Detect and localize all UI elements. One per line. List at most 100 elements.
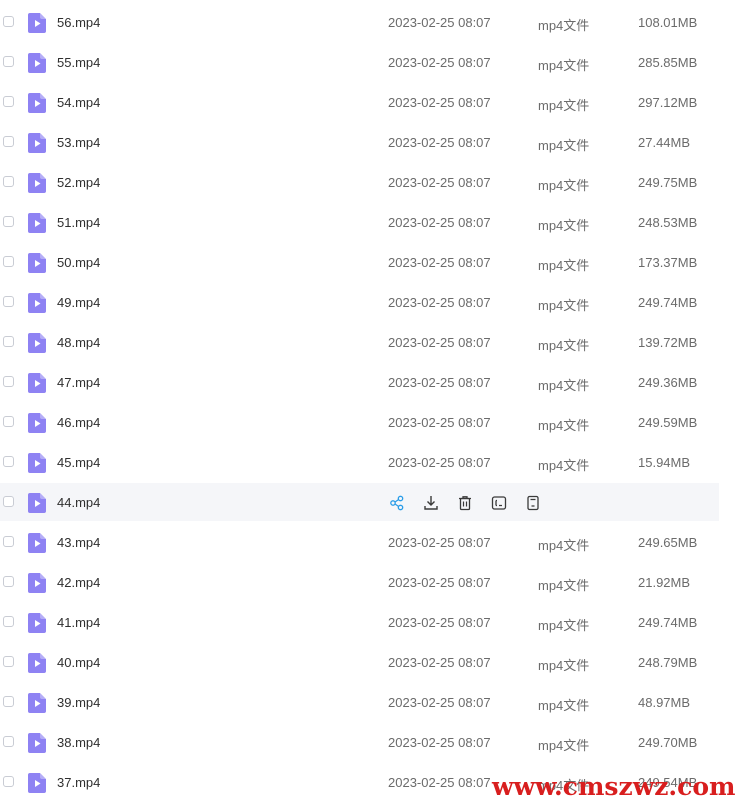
video-file-icon (28, 493, 46, 513)
file-name[interactable]: 53.mp4 (57, 135, 100, 150)
row-checkbox[interactable] (3, 296, 14, 307)
row-checkbox[interactable] (3, 416, 14, 427)
video-file-icon (28, 693, 46, 713)
file-name[interactable]: 51.mp4 (57, 215, 100, 230)
file-name[interactable]: 49.mp4 (57, 295, 100, 310)
file-size: 249.74MB (638, 295, 698, 310)
file-row[interactable]: 48.mp4 2023-02-25 08:07 mp4文件 139.72MB (0, 323, 742, 363)
file-size: 48.97MB (638, 695, 691, 710)
row-checkbox[interactable] (3, 96, 14, 107)
file-date: 2023-02-25 08:07 (388, 415, 491, 430)
rename-icon[interactable] (490, 494, 508, 512)
file-name[interactable]: 43.mp4 (57, 535, 100, 550)
file-row[interactable]: 39.mp4 2023-02-25 08:07 mp4文件 48.97MB (0, 683, 742, 723)
row-checkbox[interactable] (3, 496, 14, 507)
row-checkbox[interactable] (3, 616, 14, 627)
delete-icon[interactable] (456, 494, 474, 512)
video-file-icon (28, 53, 46, 73)
file-name[interactable]: 37.mp4 (57, 775, 100, 790)
file-size: 27.44MB (638, 135, 691, 150)
video-file-icon (28, 413, 46, 433)
file-name[interactable]: 55.mp4 (57, 55, 100, 70)
file-size: 21.92MB (638, 575, 691, 590)
file-date: 2023-02-25 08:07 (388, 655, 491, 670)
file-type: mp4文件 (538, 578, 590, 593)
file-size: 139.72MB (638, 335, 698, 350)
file-row[interactable]: 54.mp4 2023-02-25 08:07 mp4文件 297.12MB (0, 83, 742, 123)
file-row[interactable]: 52.mp4 2023-02-25 08:07 mp4文件 249.75MB (0, 163, 742, 203)
row-checkbox[interactable] (3, 576, 14, 587)
more-icon[interactable] (524, 494, 542, 512)
file-name[interactable]: 44.mp4 (57, 495, 100, 510)
row-checkbox[interactable] (3, 456, 14, 467)
file-row[interactable]: 55.mp4 2023-02-25 08:07 mp4文件 285.85MB (0, 43, 742, 83)
file-date: 2023-02-25 08:07 (388, 775, 491, 790)
file-row[interactable]: 50.mp4 2023-02-25 08:07 mp4文件 173.37MB (0, 243, 742, 283)
file-date: 2023-02-25 08:07 (388, 695, 491, 710)
file-size: 297.12MB (638, 95, 698, 110)
video-file-icon (28, 333, 46, 353)
file-row[interactable]: 51.mp4 2023-02-25 08:07 mp4文件 248.53MB (0, 203, 742, 243)
file-size: 249.74MB (638, 615, 698, 630)
file-type: mp4文件 (538, 138, 590, 153)
file-row[interactable]: 40.mp4 2023-02-25 08:07 mp4文件 248.79MB (0, 643, 742, 683)
share-icon[interactable] (388, 494, 406, 512)
file-name[interactable]: 56.mp4 (57, 15, 100, 30)
file-date: 2023-02-25 08:07 (388, 575, 491, 590)
file-type: mp4文件 (538, 98, 590, 113)
row-checkbox[interactable] (3, 696, 14, 707)
file-type: mp4文件 (538, 658, 590, 673)
file-name[interactable]: 46.mp4 (57, 415, 100, 430)
file-name[interactable]: 52.mp4 (57, 175, 100, 190)
file-name[interactable]: 50.mp4 (57, 255, 100, 270)
file-size: 249.75MB (638, 175, 698, 190)
row-checkbox[interactable] (3, 736, 14, 747)
file-row[interactable]: 41.mp4 2023-02-25 08:07 mp4文件 249.74MB (0, 603, 742, 643)
file-name[interactable]: 54.mp4 (57, 95, 100, 110)
file-type: mp4文件 (538, 218, 590, 233)
file-type: mp4文件 (538, 698, 590, 713)
file-row[interactable]: 53.mp4 2023-02-25 08:07 mp4文件 27.44MB (0, 123, 742, 163)
file-row[interactable]: 46.mp4 2023-02-25 08:07 mp4文件 249.59MB (0, 403, 742, 443)
row-checkbox[interactable] (3, 16, 14, 27)
file-name[interactable]: 39.mp4 (57, 695, 100, 710)
file-row[interactable]: 43.mp4 2023-02-25 08:07 mp4文件 249.65MB (0, 523, 742, 563)
video-file-icon (28, 93, 46, 113)
download-icon[interactable] (422, 494, 440, 512)
file-date: 2023-02-25 08:07 (388, 255, 491, 270)
row-checkbox[interactable] (3, 56, 14, 67)
file-name[interactable]: 47.mp4 (57, 375, 100, 390)
row-checkbox[interactable] (3, 216, 14, 227)
file-name[interactable]: 38.mp4 (57, 735, 100, 750)
file-date: 2023-02-25 08:07 (388, 335, 491, 350)
file-name[interactable]: 48.mp4 (57, 335, 100, 350)
file-row[interactable]: 45.mp4 2023-02-25 08:07 mp4文件 15.94MB (0, 443, 742, 483)
file-name[interactable]: 41.mp4 (57, 615, 100, 630)
file-type: mp4文件 (538, 298, 590, 313)
file-name[interactable]: 45.mp4 (57, 455, 100, 470)
video-file-icon (28, 293, 46, 313)
file-row[interactable]: 42.mp4 2023-02-25 08:07 mp4文件 21.92MB (0, 563, 742, 603)
video-file-icon (28, 373, 46, 393)
row-checkbox[interactable] (3, 176, 14, 187)
row-checkbox[interactable] (3, 136, 14, 147)
row-checkbox[interactable] (3, 256, 14, 267)
file-name[interactable]: 40.mp4 (57, 655, 100, 670)
file-row[interactable]: 49.mp4 2023-02-25 08:07 mp4文件 249.74MB (0, 283, 742, 323)
file-date: 2023-02-25 08:07 (388, 615, 491, 630)
file-row[interactable]: 38.mp4 2023-02-25 08:07 mp4文件 249.70MB (0, 723, 742, 763)
file-row[interactable]: 56.mp4 2023-02-25 08:07 mp4文件 108.01MB (0, 3, 742, 43)
file-row[interactable]: 44.mp4 (0, 483, 742, 523)
row-checkbox[interactable] (3, 336, 14, 347)
row-checkbox[interactable] (3, 656, 14, 667)
video-file-icon (28, 453, 46, 473)
video-file-icon (28, 533, 46, 553)
file-name[interactable]: 42.mp4 (57, 575, 100, 590)
video-file-icon (28, 13, 46, 33)
file-size: 248.79MB (638, 655, 698, 670)
row-checkbox[interactable] (3, 536, 14, 547)
row-checkbox[interactable] (3, 376, 14, 387)
row-checkbox[interactable] (3, 776, 14, 787)
file-row[interactable]: 47.mp4 2023-02-25 08:07 mp4文件 249.36MB (0, 363, 742, 403)
file-date: 2023-02-25 08:07 (388, 375, 491, 390)
